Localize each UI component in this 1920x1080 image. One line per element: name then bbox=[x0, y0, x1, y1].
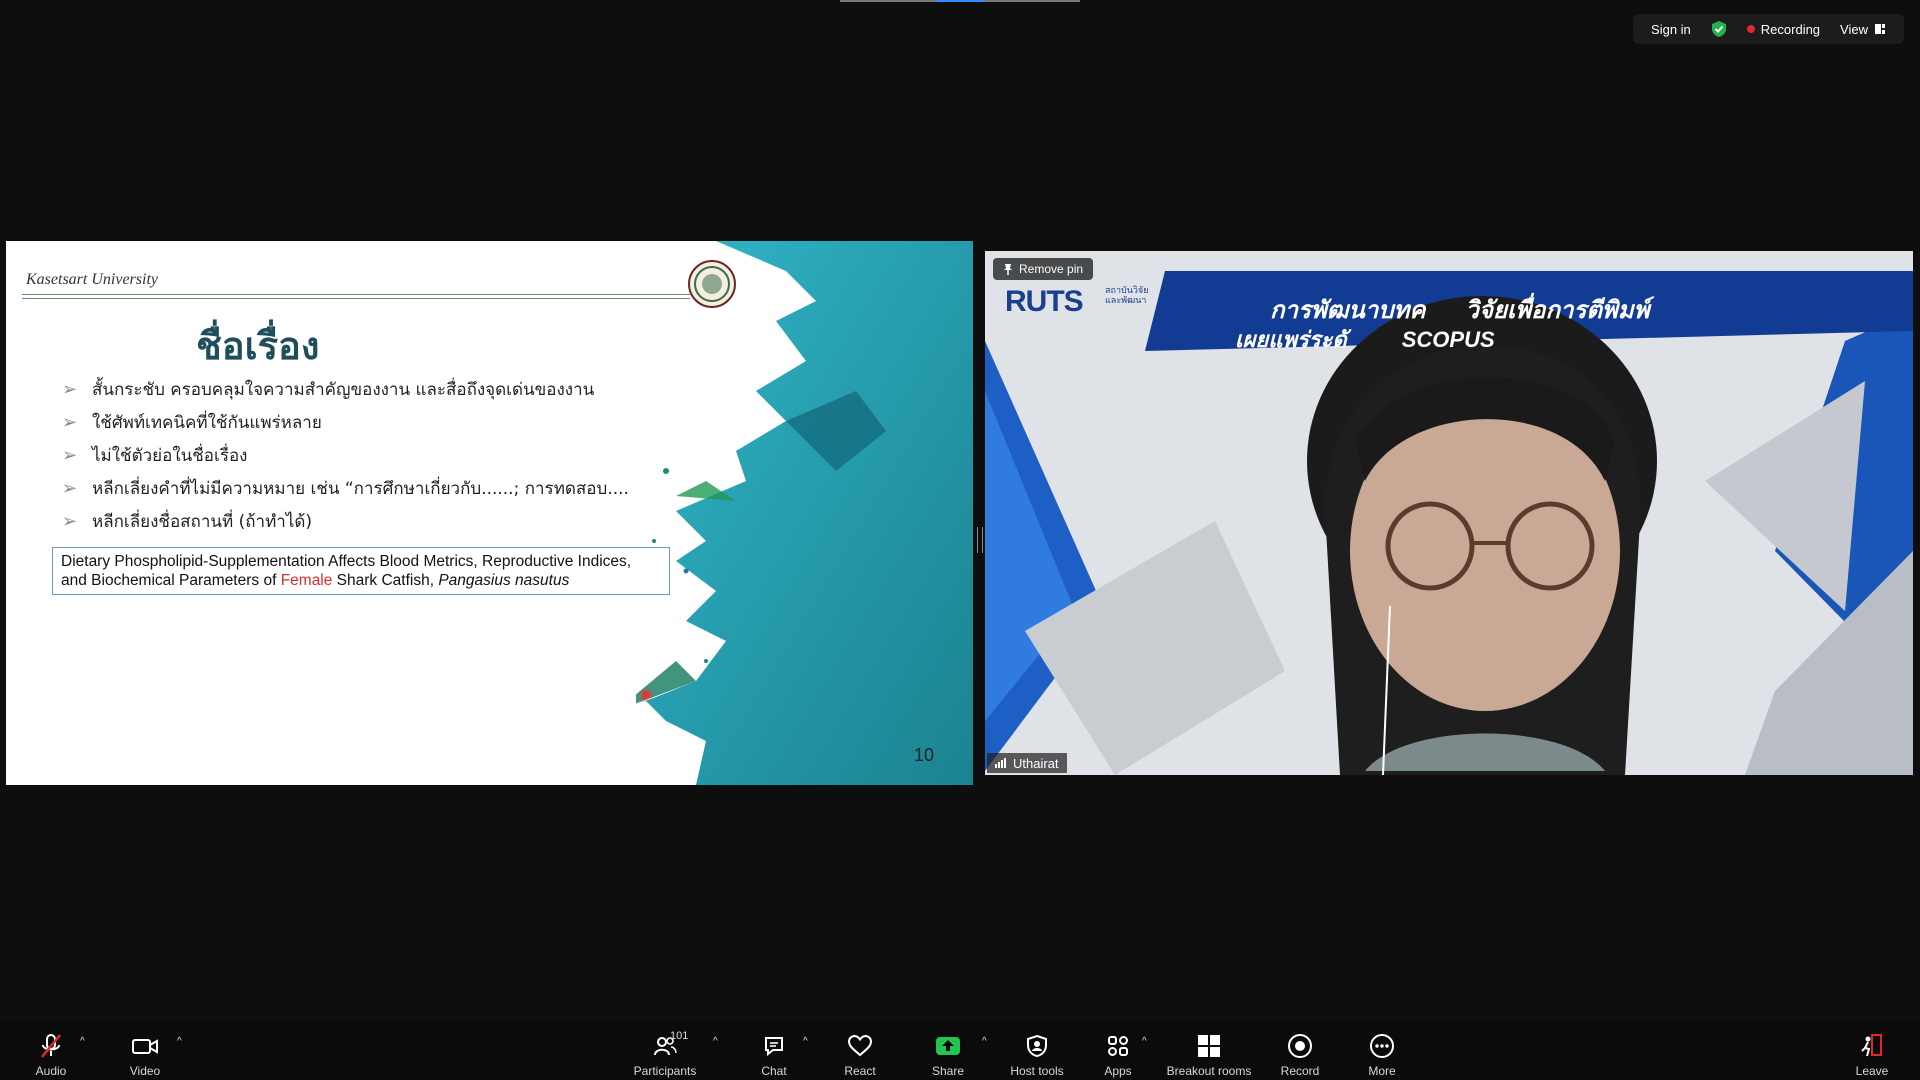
arrow-bullet-icon: ➢ bbox=[62, 445, 78, 466]
recording-dot-icon bbox=[1746, 25, 1755, 33]
share-label: Share bbox=[931, 1064, 965, 1078]
participant-name: Uthairat bbox=[1013, 755, 1059, 771]
university-seal-logo bbox=[688, 260, 736, 308]
host-tools-label: Host tools bbox=[1010, 1064, 1064, 1078]
video-button[interactable]: Video bbox=[120, 1022, 170, 1080]
pin-icon bbox=[1004, 264, 1012, 275]
heart-react-icon bbox=[847, 1030, 873, 1062]
banner-logo-subtext: สถาบันวิจัย และพัฒนา bbox=[1105, 285, 1149, 305]
record-button[interactable]: Record bbox=[1278, 1022, 1322, 1080]
example-species-name: Pangasius nasutus bbox=[438, 572, 570, 589]
view-button[interactable]: View bbox=[1830, 14, 1896, 44]
apps-button[interactable]: Apps bbox=[1096, 1022, 1140, 1080]
split-view-handle[interactable] bbox=[977, 527, 983, 553]
view-label: View bbox=[1840, 21, 1868, 37]
slide-university-name: Kasetsart University bbox=[26, 271, 158, 288]
mic-muted-icon bbox=[38, 1030, 64, 1062]
chat-label: Chat bbox=[761, 1064, 787, 1078]
shared-screen-slide: Kasetsart University ชื่อเรื่อง ➢ สั้นกระ… bbox=[6, 241, 973, 785]
participants-label: Participants bbox=[633, 1064, 697, 1078]
slide-bullet-list: ➢ สั้นกระชับ ครอบคลุมใจความสำคัญของงาน แล… bbox=[62, 373, 629, 538]
apps-options-caret[interactable]: ^ bbox=[1142, 1036, 1147, 1047]
slide-page-number: 10 bbox=[914, 745, 935, 765]
participants-options-caret[interactable]: ^ bbox=[713, 1036, 718, 1047]
video-label: Video bbox=[129, 1064, 161, 1078]
example-text-2: Shark Catfish, bbox=[332, 572, 439, 589]
host-shield-icon bbox=[1026, 1030, 1048, 1062]
remove-pin-label: Remove pin bbox=[1019, 262, 1084, 276]
bullet-text: หลีกเลี่ยงคำที่ไม่มีความหมาย เช่น “การศึ… bbox=[92, 479, 629, 499]
chat-bubble-icon bbox=[762, 1030, 786, 1062]
share-screen-button[interactable]: Share bbox=[926, 1022, 970, 1080]
laser-pointer bbox=[642, 691, 650, 699]
react-label: React bbox=[844, 1064, 876, 1078]
chat-options-caret[interactable]: ^ bbox=[803, 1036, 808, 1047]
breakout-rooms-icon bbox=[1196, 1030, 1222, 1062]
record-label: Record bbox=[1280, 1064, 1320, 1078]
video-options-caret[interactable]: ^ bbox=[177, 1036, 182, 1047]
arrow-bullet-icon: ➢ bbox=[62, 379, 78, 400]
bullet-item: ➢ สั้นกระชับ ครอบคลุมใจความสำคัญของงาน แล… bbox=[62, 373, 629, 406]
signal-strength-icon bbox=[995, 758, 1006, 768]
example-highlight: Female bbox=[280, 572, 333, 589]
leave-button[interactable]: Leave bbox=[1850, 1022, 1894, 1080]
breakout-rooms-button[interactable]: Breakout rooms bbox=[1164, 1022, 1254, 1080]
shield-check-icon bbox=[1711, 21, 1726, 37]
bullet-text: ใช้ศัพท์เทคนิคที่ใช้กันแพร่หลาย bbox=[92, 413, 322, 433]
bullet-item: ➢ ใช้ศัพท์เทคนิคที่ใช้กันแพร่หลาย bbox=[62, 406, 629, 439]
more-button[interactable]: More bbox=[1360, 1022, 1404, 1080]
participant-name-tag: Uthairat bbox=[987, 753, 1067, 773]
slide-header-rule bbox=[22, 294, 690, 295]
bullet-text: สั้นกระชับ ครอบคลุมใจความสำคัญของงาน และ… bbox=[92, 380, 595, 400]
audio-options-caret[interactable]: ^ bbox=[80, 1036, 85, 1047]
leave-door-icon bbox=[1859, 1030, 1885, 1062]
react-button[interactable]: React bbox=[838, 1022, 882, 1080]
arrow-bullet-icon: ➢ bbox=[62, 511, 78, 532]
remove-pin-button[interactable]: Remove pin bbox=[993, 258, 1094, 280]
video-camera-icon bbox=[131, 1030, 159, 1062]
banner-logo: RUTS bbox=[1005, 285, 1084, 318]
slide-title: ชื่อเรื่อง bbox=[196, 323, 320, 368]
share-screen-icon bbox=[934, 1030, 962, 1062]
meeting-toolbar: Audio ^ Video ^ 101 Participants ^ Chat … bbox=[0, 1022, 1920, 1080]
bullet-text: หลีกเลี่ยงชื่อสถานที่ (ถ้าทำได้) bbox=[92, 512, 313, 532]
apps-label: Apps bbox=[1104, 1064, 1132, 1078]
share-options-caret[interactable]: ^ bbox=[982, 1036, 987, 1047]
top-right-controls: Sign in Recording View bbox=[1633, 14, 1904, 44]
more-dots-icon bbox=[1369, 1030, 1395, 1062]
recording-indicator[interactable]: Recording bbox=[1737, 14, 1830, 44]
bullet-item: ➢ หลีกเลี่ยงชื่อสถานที่ (ถ้าทำได้) bbox=[62, 505, 629, 538]
screen-share-indicator-active bbox=[936, 0, 984, 2]
bullet-item: ➢ ไม่ใช้ตัวย่อในชื่อเรื่อง bbox=[62, 439, 629, 472]
participant-video-tile[interactable]: RUTS สถาบันวิจัย และพัฒนา การพัฒนาบทค วิ… bbox=[985, 251, 1913, 775]
audio-label: Audio bbox=[35, 1064, 67, 1078]
watercolor-splash-decoration bbox=[636, 241, 973, 785]
chat-button[interactable]: Chat bbox=[752, 1022, 796, 1080]
recording-label: Recording bbox=[1760, 21, 1821, 37]
sign-in-label: Sign in bbox=[1651, 21, 1691, 37]
encryption-shield[interactable] bbox=[1701, 14, 1737, 44]
arrow-bullet-icon: ➢ bbox=[62, 478, 78, 499]
bullet-item: ➢ หลีกเลี่ยงคำที่ไม่มีความหมาย เช่น “การศ… bbox=[62, 472, 629, 505]
sign-in-button[interactable]: Sign in bbox=[1641, 14, 1701, 44]
leave-label: Leave bbox=[1855, 1064, 1889, 1078]
participants-count: 101 bbox=[670, 1030, 689, 1042]
breakout-rooms-label: Breakout rooms bbox=[1166, 1064, 1252, 1078]
apps-icon bbox=[1106, 1030, 1130, 1062]
more-label: More bbox=[1368, 1064, 1396, 1078]
arrow-bullet-icon: ➢ bbox=[62, 412, 78, 433]
bullet-text: ไม่ใช้ตัวย่อในชื่อเรื่อง bbox=[92, 446, 248, 466]
view-grid-icon bbox=[1875, 24, 1885, 34]
record-icon bbox=[1287, 1030, 1313, 1062]
host-tools-button[interactable]: Host tools bbox=[1006, 1022, 1068, 1080]
audio-button[interactable]: Audio bbox=[26, 1022, 76, 1080]
slide-header-rule bbox=[22, 298, 690, 299]
example-title-box: Dietary Phospholipid-Supplementation Aff… bbox=[52, 547, 670, 595]
participants-button[interactable]: 101 Participants bbox=[630, 1022, 700, 1080]
banner-title-line2: เผยแพร่ระดั SCOPUS bbox=[1235, 327, 1495, 352]
